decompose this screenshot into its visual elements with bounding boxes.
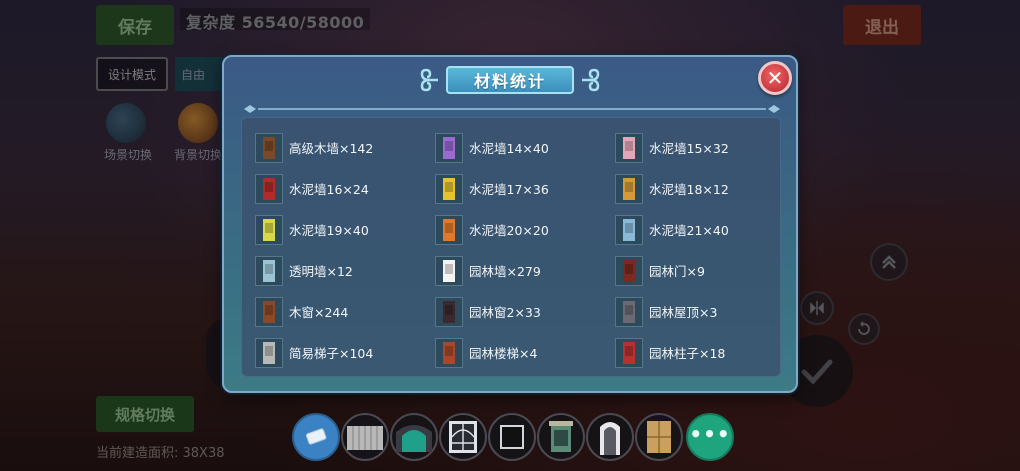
cement-wall-yellow-icon <box>435 173 463 204</box>
material-item: 园林墙×279 <box>435 250 615 291</box>
material-item: 水泥墙18×12 <box>615 168 795 209</box>
dark-window-icon <box>500 425 524 449</box>
garden-stairs-icon <box>435 337 463 368</box>
garden-window-icon <box>549 421 573 452</box>
material-label: 水泥墙16×24 <box>289 182 369 197</box>
lattice-window-tool[interactable] <box>439 413 487 461</box>
material-item: 园林窗2×33 <box>435 291 615 332</box>
wood-window-icon <box>255 296 283 327</box>
material-item: 水泥墙17×36 <box>435 168 615 209</box>
garden-door-icon <box>615 255 643 286</box>
material-item: 木窗×244 <box>255 291 435 332</box>
fence-icon <box>347 426 383 450</box>
material-item: 水泥墙14×40 <box>435 127 615 168</box>
eraser-icon <box>305 428 327 445</box>
material-item: 简易梯子×104 <box>255 332 435 373</box>
title-divider <box>244 105 780 113</box>
material-label: 水泥墙19×40 <box>289 223 369 238</box>
more-button[interactable]: ••• <box>686 413 734 461</box>
material-item: 水泥墙15×32 <box>615 127 795 168</box>
material-item: 园林楼梯×4 <box>435 332 615 373</box>
cement-wall-purple-icon <box>435 132 463 163</box>
material-label: 透明墙×12 <box>289 264 353 279</box>
material-label: 园林墙×279 <box>469 264 541 279</box>
lattice-window-icon <box>449 421 477 453</box>
garden-roof-icon <box>615 296 643 327</box>
garden-window-tool[interactable] <box>537 413 585 461</box>
garden-door-tool[interactable] <box>586 413 634 461</box>
cement-wall-red-icon <box>255 173 283 204</box>
cement-wall-ochre-icon <box>615 173 643 204</box>
garden-window-icon <box>435 296 463 327</box>
material-item: 园林屋顶×3 <box>615 291 795 332</box>
left-swirl-ornament-icon <box>420 68 438 92</box>
more-icon: ••• <box>689 422 731 446</box>
material-label: 水泥墙21×40 <box>649 223 729 238</box>
material-label: 园林屋顶×3 <box>649 305 718 320</box>
eraser-tool[interactable] <box>292 413 340 461</box>
material-label: 简易梯子×104 <box>289 346 374 361</box>
dialog-title-bar: 材料统计 <box>416 66 604 94</box>
material-label: 水泥墙17×36 <box>469 182 549 197</box>
material-item: 透明墙×12 <box>255 250 435 291</box>
material-stats-dialog: 材料统计 ✕ 高级木墙×142 水泥墙14×40 水泥墙15×32 水泥墙16×24 水… <box>222 55 798 393</box>
material-item: 园林柱子×18 <box>615 332 795 373</box>
material-label: 园林窗2×33 <box>469 305 541 320</box>
cement-wall-orange-icon <box>435 214 463 245</box>
material-item: 水泥墙20×20 <box>435 209 615 250</box>
garden-wall-icon <box>435 255 463 286</box>
material-label: 水泥墙20×20 <box>469 223 549 238</box>
material-item: 水泥墙19×40 <box>255 209 435 250</box>
material-grid: 高级木墙×142 水泥墙14×40 水泥墙15×32 水泥墙16×24 水泥墙17×36… <box>255 127 795 373</box>
close-button[interactable]: ✕ <box>758 61 792 95</box>
material-label: 水泥墙15×32 <box>649 141 729 156</box>
material-label: 木窗×244 <box>289 305 349 320</box>
material-item: 水泥墙16×24 <box>255 168 435 209</box>
material-label: 水泥墙18×12 <box>649 182 729 197</box>
dark-window-tool[interactable] <box>488 413 536 461</box>
wood-panel-icon <box>647 421 671 453</box>
close-icon: ✕ <box>766 66 784 90</box>
wood-wall-icon <box>255 132 283 163</box>
material-label: 园林柱子×18 <box>649 346 726 361</box>
arch-gate-tool[interactable] <box>390 413 438 461</box>
material-label: 园林门×9 <box>649 264 705 279</box>
garden-door-icon <box>600 422 620 455</box>
glass-wall-icon <box>255 255 283 286</box>
material-item: 水泥墙21×40 <box>615 209 795 250</box>
material-label: 水泥墙14×40 <box>469 141 549 156</box>
material-label: 高级木墙×142 <box>289 141 374 156</box>
material-item: 园林门×9 <box>615 250 795 291</box>
material-item: 高级木墙×142 <box>255 127 435 168</box>
build-toolbar: ••• <box>292 413 735 461</box>
cement-wall-blue-icon <box>615 214 643 245</box>
ladder-icon <box>255 337 283 368</box>
right-swirl-ornament-icon <box>582 68 600 92</box>
cement-wall-pink-icon <box>615 132 643 163</box>
dialog-title: 材料统计 <box>445 66 575 94</box>
material-list-panel: 高级木墙×142 水泥墙14×40 水泥墙15×32 水泥墙16×24 水泥墙17×36… <box>241 117 781 377</box>
cement-wall-lime-icon <box>255 214 283 245</box>
fence-tool[interactable] <box>341 413 389 461</box>
material-label: 园林楼梯×4 <box>469 346 538 361</box>
wood-panel-tool[interactable] <box>635 413 683 461</box>
arch-gate-icon <box>396 425 432 452</box>
garden-pillar-icon <box>615 337 643 368</box>
